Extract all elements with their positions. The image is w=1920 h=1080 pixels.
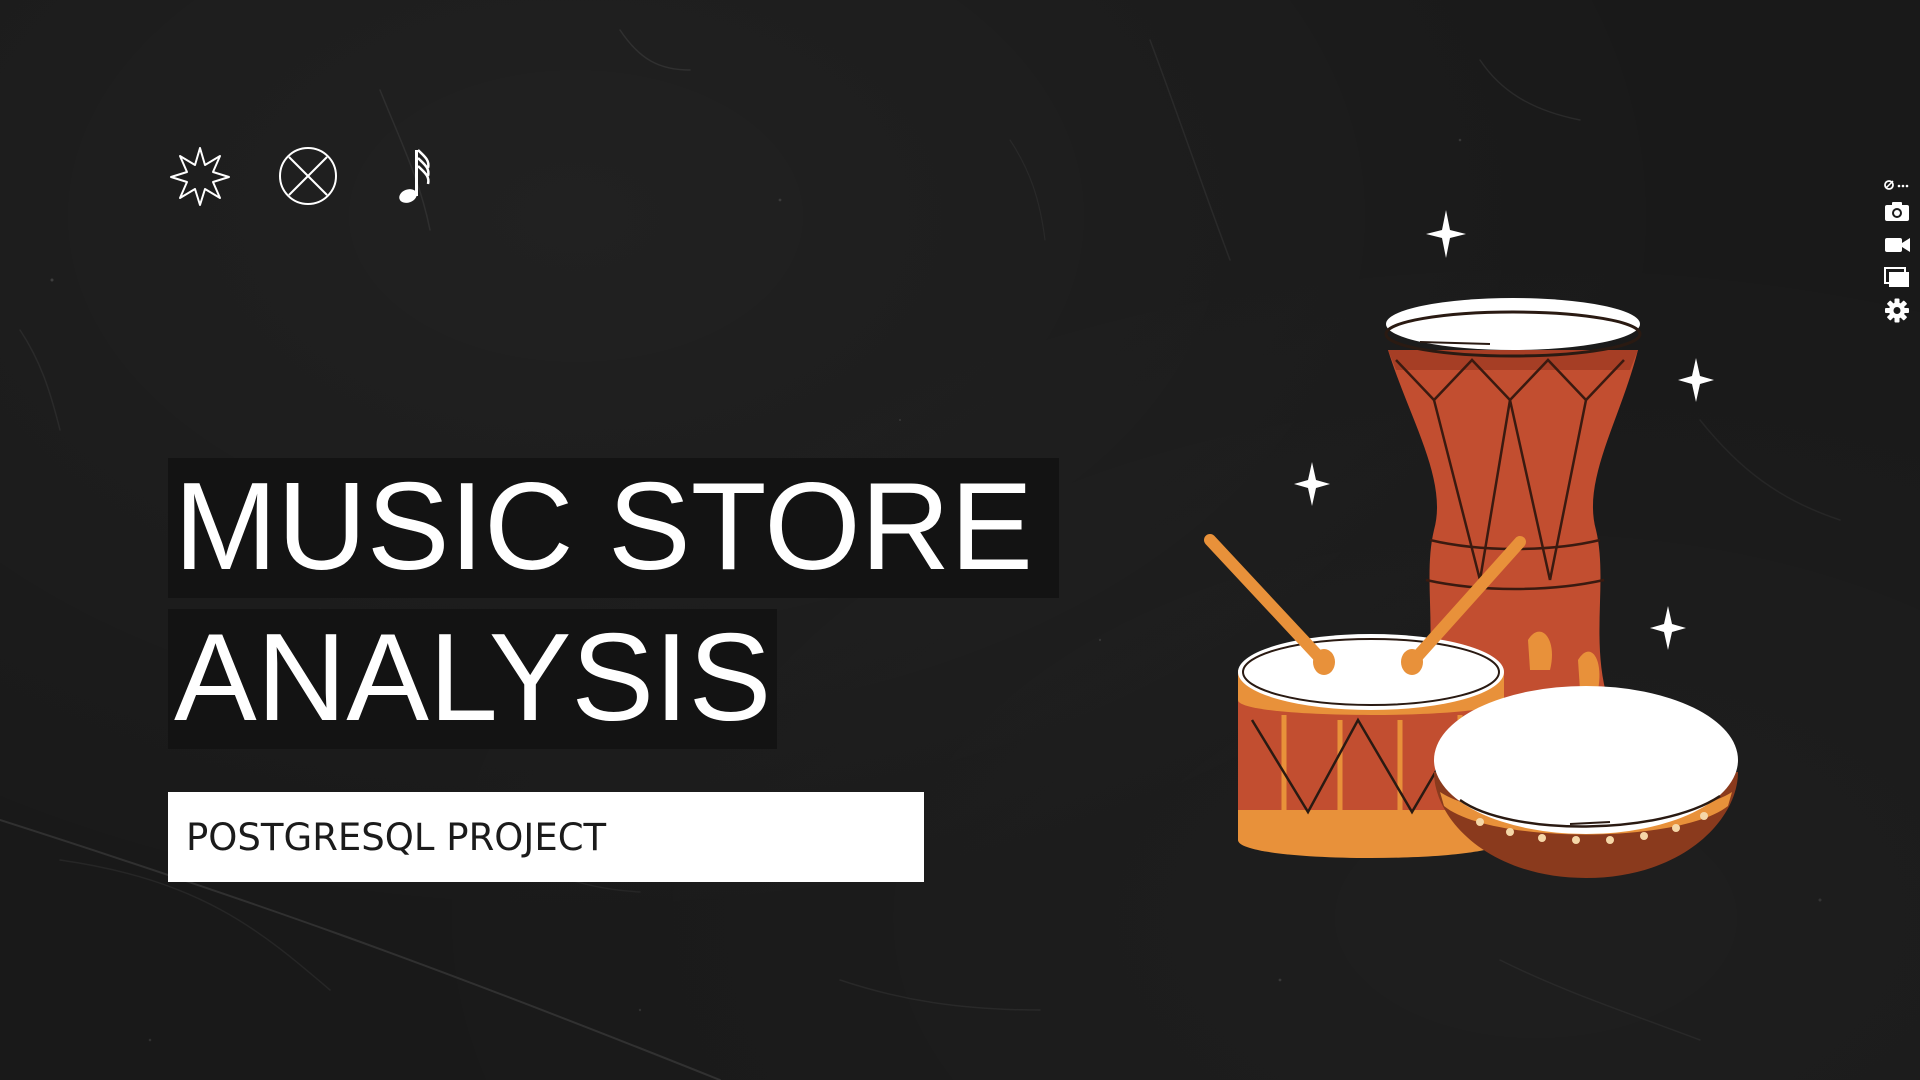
drums-illustration xyxy=(1204,210,1738,878)
camera-icon[interactable] xyxy=(1882,198,1912,225)
video-icon[interactable] xyxy=(1882,231,1912,258)
title-line-2: ANALYSIS xyxy=(168,609,778,749)
gear-icon[interactable] xyxy=(1882,297,1912,324)
subtitle-box: POSTGRESQL PROJECT xyxy=(168,792,924,882)
link-menu-icon[interactable] xyxy=(1882,178,1912,192)
title-line-1: MUSIC STORE xyxy=(168,458,1059,598)
music-note-icon xyxy=(384,144,448,208)
star-burst-icon xyxy=(168,144,232,208)
decorative-icon-row xyxy=(168,144,448,208)
presentation-slide: MUSIC STORE ANALYSIS POSTGRESQL PROJECT xyxy=(0,0,1920,1080)
subtitle-text: POSTGRESQL PROJECT xyxy=(186,815,607,859)
screen-capture-toolbar xyxy=(1880,178,1914,324)
crossed-circle-icon xyxy=(276,144,340,208)
windows-icon[interactable] xyxy=(1882,264,1912,291)
